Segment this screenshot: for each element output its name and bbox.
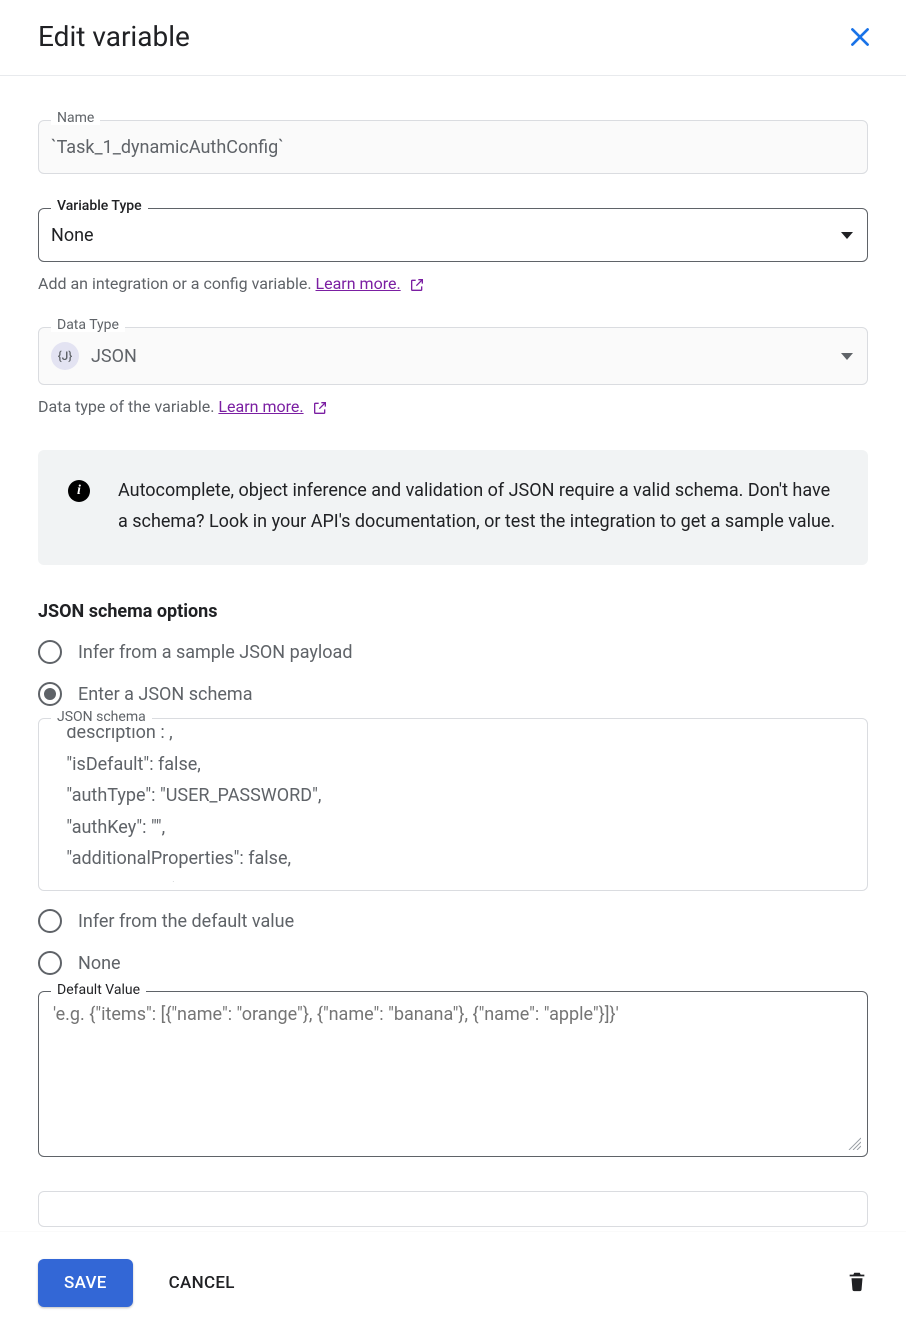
data-type-value: JSON — [91, 346, 137, 367]
data-type-select[interactable]: Data Type {J} JSON — [38, 327, 868, 385]
json-schema-field[interactable]: JSON schema description : , "isDefault":… — [38, 718, 868, 891]
cancel-button[interactable]: CANCEL — [163, 1272, 241, 1294]
radio-infer-default[interactable]: Infer from the default value — [38, 909, 868, 933]
external-link-icon — [312, 400, 328, 416]
radio-label: None — [78, 953, 121, 974]
variable-type-learn-more-link[interactable]: Learn more. — [316, 274, 401, 293]
chevron-down-icon — [841, 232, 853, 239]
data-type-learn-more-link[interactable]: Learn more. — [218, 397, 303, 416]
radio-label: Infer from a sample JSON payload — [78, 642, 352, 663]
name-label: Name — [51, 111, 100, 125]
radio-none[interactable]: None — [38, 951, 868, 975]
schema-options-heading: JSON schema options — [38, 601, 868, 622]
data-type-helper: Data type of the variable. Learn more. — [38, 397, 868, 416]
radio-enter-schema[interactable]: Enter a JSON schema — [38, 682, 868, 706]
info-icon: i — [68, 480, 90, 502]
close-button[interactable] — [846, 23, 874, 51]
variable-type-select[interactable]: Variable Type None — [38, 208, 868, 262]
radio-label: Enter a JSON schema — [78, 684, 252, 705]
name-value: `Task_1_dynamicAuthConfig` — [51, 137, 284, 158]
data-type-helper-text: Data type of the variable. — [38, 397, 218, 416]
external-link-icon — [409, 277, 425, 293]
radio-icon — [38, 682, 62, 706]
dialog-content: Name `Task_1_dynamicAuthConfig` Variable… — [0, 76, 906, 1337]
variable-type-helper-text: Add an integration or a config variable. — [38, 274, 316, 293]
close-icon — [847, 24, 873, 50]
chevron-down-icon — [841, 353, 853, 360]
variable-type-helper: Add an integration or a config variable.… — [38, 274, 868, 293]
variable-type-value: None — [51, 225, 94, 246]
radio-infer-sample[interactable]: Infer from a sample JSON payload — [38, 640, 868, 664]
info-panel: i Autocomplete, object inference and val… — [38, 450, 868, 565]
dialog-footer: SAVE CANCEL — [0, 1232, 906, 1334]
radio-icon — [38, 909, 62, 933]
radio-icon — [38, 640, 62, 664]
json-schema-textarea[interactable]: description : , "isDefault": false, "aut… — [53, 727, 865, 882]
json-schema-label: JSON schema — [51, 709, 152, 725]
dialog-title: Edit variable — [38, 20, 190, 53]
default-value-label: Default Value — [51, 982, 146, 998]
name-field[interactable]: Name `Task_1_dynamicAuthConfig` — [38, 120, 868, 174]
trash-icon — [846, 1269, 868, 1293]
default-value-textarea[interactable] — [39, 992, 867, 1152]
default-value-field[interactable]: Default Value — [38, 991, 868, 1157]
description-field[interactable] — [38, 1191, 868, 1227]
dialog-header: Edit variable — [0, 0, 906, 76]
info-text: Autocomplete, object inference and valid… — [118, 476, 838, 537]
variable-type-label: Variable Type — [51, 199, 148, 213]
json-icon: {J} — [51, 342, 79, 370]
save-button[interactable]: SAVE — [38, 1259, 133, 1307]
delete-button[interactable] — [846, 1269, 868, 1297]
radio-label: Infer from the default value — [78, 911, 294, 932]
data-type-label: Data Type — [51, 318, 125, 332]
radio-icon — [38, 951, 62, 975]
